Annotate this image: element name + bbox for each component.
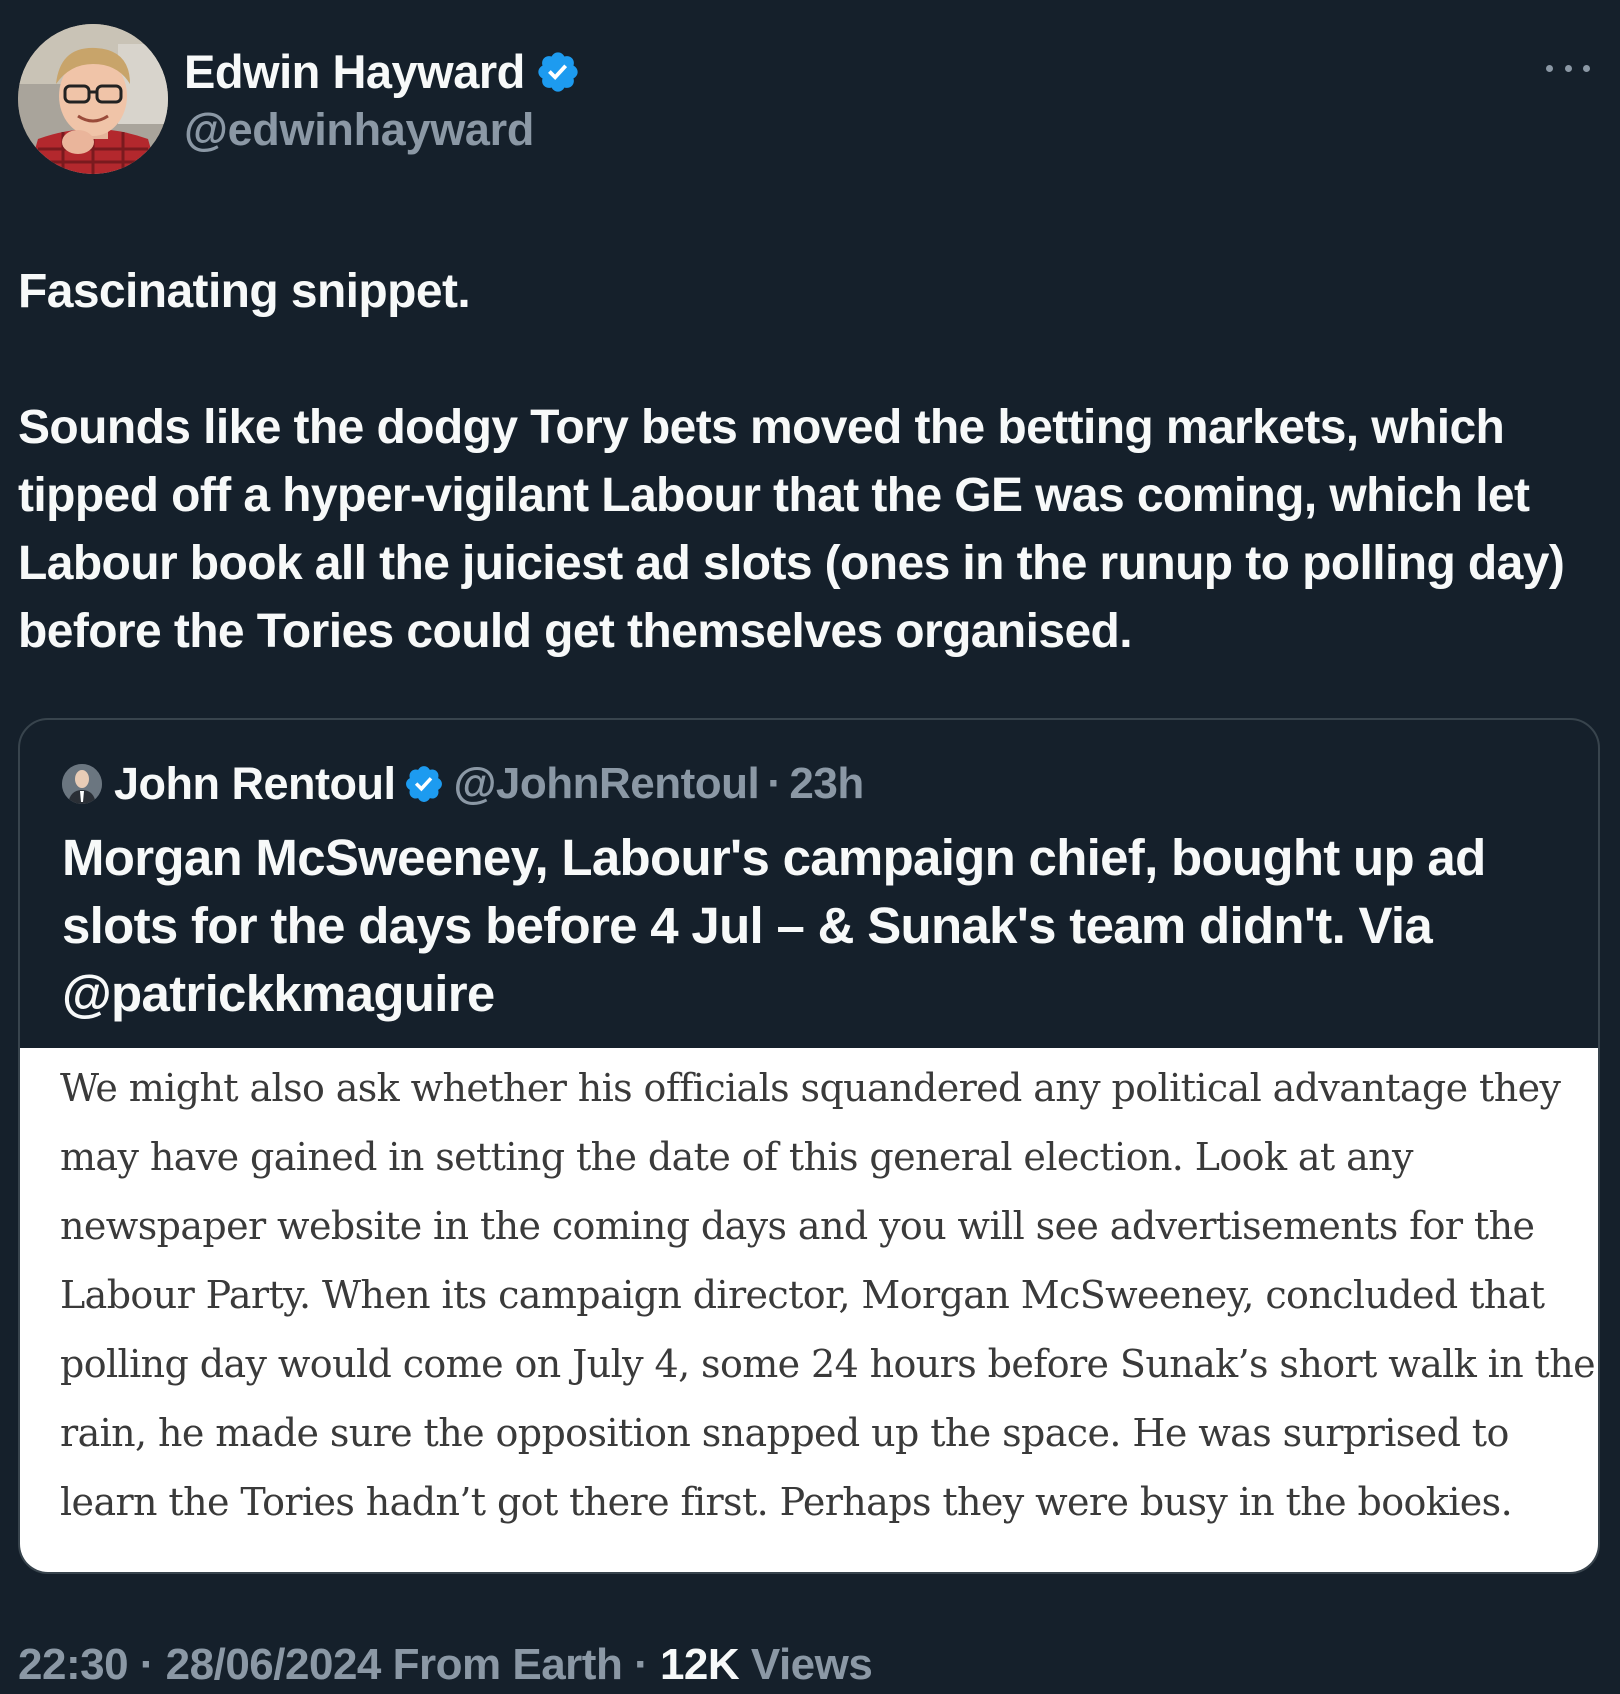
quoted-timestamp[interactable]: 23h	[789, 759, 864, 809]
tweet-date[interactable]: 28/06/2024	[166, 1640, 382, 1689]
tweet-time[interactable]: 22:30	[18, 1640, 129, 1689]
meta-separator: ·	[139, 1640, 155, 1689]
dot	[1564, 64, 1572, 72]
tweet-paragraph-2: Sounds like the dodgy Tory bets moved th…	[18, 401, 1565, 658]
author-name[interactable]: Edwin Hayward	[184, 44, 525, 99]
quoted-tweet-text: Morgan McSweeney, Labour's campaign chie…	[62, 829, 1486, 1022]
dot	[1546, 64, 1553, 72]
tweet-source: From Earth	[392, 1640, 623, 1689]
tweet-paragraph-1: Fascinating snippet.	[18, 265, 471, 318]
verified-badge-icon	[403, 763, 445, 805]
quoted-author-avatar[interactable]	[62, 764, 102, 804]
author-name-row: Edwin Hayward	[184, 44, 581, 99]
author-avatar[interactable]	[18, 24, 168, 174]
meta-separator: ·	[634, 1640, 649, 1689]
dot	[1583, 64, 1590, 72]
author-avatar-image	[18, 24, 168, 174]
views-count[interactable]: 12K	[660, 1640, 740, 1689]
views-label[interactable]: Views	[751, 1640, 873, 1689]
tweet-meta: 22:30 · 28/06/2024 From Earth · 12K View…	[18, 1640, 873, 1690]
quoted-author-name[interactable]: John Rentoul	[114, 758, 396, 810]
quoted-tweet-image[interactable]: We might also ask whether his officials …	[20, 1048, 1598, 1572]
quoted-image-text: We might also ask whether his officials …	[60, 1066, 1596, 1524]
author-handle[interactable]: @edwinhayward	[184, 104, 534, 156]
quoted-tweet-header: John Rentoul @JohnRentoul · 23h	[62, 758, 864, 810]
tweet-text: Fascinating snippet. Sounds like the dod…	[18, 258, 1608, 666]
verified-badge-icon[interactable]	[535, 49, 581, 95]
more-dots-icon[interactable]	[1546, 56, 1590, 80]
quoted-author-handle[interactable]: @JohnRentoul	[453, 759, 759, 809]
quoted-tweet[interactable]: John Rentoul @JohnRentoul · 23h Morgan McS…	[18, 718, 1600, 1574]
quoted-separator: ·	[767, 759, 782, 808]
tweet: Edwin Hayward @edwinhayward Fascinating …	[0, 0, 1620, 1694]
